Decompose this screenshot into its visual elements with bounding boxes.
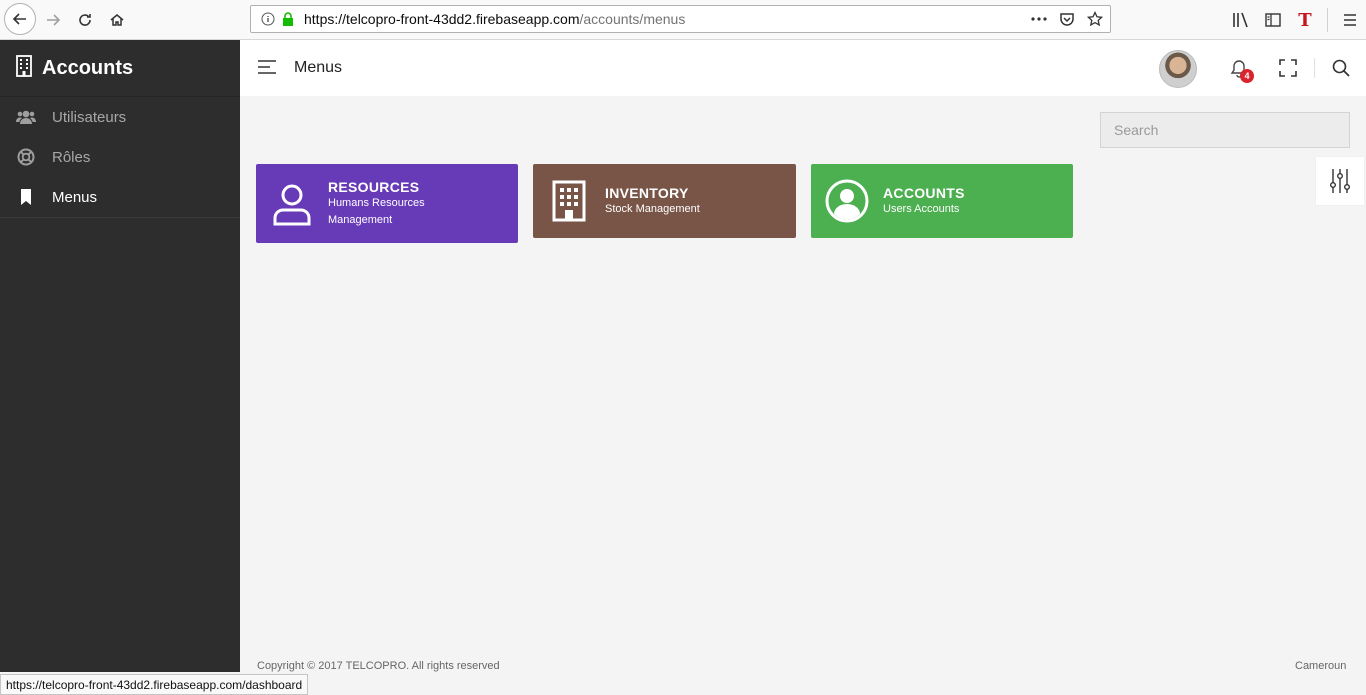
arrow-left-icon [12, 13, 26, 25]
sidebar-item-label: Rôles [52, 148, 91, 166]
card-subtitle: Humans Resources Management [328, 196, 425, 226]
lifebuoy-icon [16, 147, 36, 167]
building-icon [547, 179, 591, 223]
url-path: /accounts/menus [579, 11, 686, 27]
home-button[interactable] [102, 5, 132, 35]
card-title: ACCOUNTS [883, 184, 965, 201]
browser-toolbar: https://telcopro-front-43dd2.firebaseapp… [0, 0, 1366, 40]
sidebar-item-label: Utilisateurs [52, 108, 127, 126]
building-icon [16, 54, 32, 82]
toolbar-divider [1327, 8, 1328, 32]
top-header: Menus 4 [240, 40, 1366, 96]
card-accounts[interactable]: ACCOUNTS Users Accounts [811, 164, 1073, 238]
info-icon[interactable] [260, 11, 276, 27]
card-title: INVENTORY [605, 184, 689, 201]
address-bar[interactable]: https://telcopro-front-43dd2.firebaseapp… [250, 5, 1111, 33]
footer-region: Cameroun [1295, 660, 1347, 672]
notification-badge: 4 [1240, 69, 1254, 83]
reload-icon [79, 14, 91, 26]
sidebar-item-roles[interactable]: Rôles [0, 137, 240, 177]
card-subtitle: Users Accounts [883, 202, 960, 215]
status-link-preview: https://telcopro-front-43dd2.firebaseapp… [0, 674, 309, 695]
search-icon[interactable] [1331, 58, 1351, 78]
bookmark-icon [16, 187, 36, 207]
card-inventory[interactable]: INVENTORY Stock Management [533, 164, 796, 238]
person-outline-icon [270, 182, 314, 226]
sidebar-item-utilisateurs[interactable]: Utilisateurs [0, 97, 240, 137]
pocket-icon[interactable] [1058, 10, 1076, 28]
card-title: RESOURCES [328, 178, 420, 195]
card-subtitle: Stock Management [605, 202, 700, 215]
sidebar-toggle-icon[interactable] [1257, 8, 1289, 32]
page-title: Menus [294, 59, 343, 76]
card-resources[interactable]: RESOURCES Humans Resources Management [256, 164, 518, 243]
search-input[interactable] [1100, 112, 1350, 148]
bookmark-star-icon[interactable] [1086, 10, 1104, 28]
footer-copyright: Copyright © 2017 TELCOPRO. All rights re… [257, 660, 500, 672]
fullscreen-icon[interactable] [1278, 58, 1298, 78]
sidebar-divider [0, 217, 240, 218]
settings-panel-toggle[interactable] [1316, 157, 1364, 205]
sliders-icon [1330, 169, 1350, 193]
more-actions-icon[interactable] [1030, 10, 1048, 28]
url-host: https://telcopro-front-43dd2.firebaseapp… [304, 11, 580, 27]
back-button[interactable] [4, 3, 36, 35]
home-icon [110, 14, 124, 26]
brand-title: Accounts [42, 56, 134, 79]
library-icon[interactable] [1225, 8, 1257, 32]
sidebar-item-label: Menus [52, 188, 98, 206]
arrow-right-icon [47, 14, 61, 26]
users-icon [16, 107, 36, 127]
reload-button[interactable] [70, 5, 100, 35]
menu-icon[interactable] [1334, 8, 1366, 32]
hamburger-icon[interactable] [257, 59, 277, 75]
sidebar-brand[interactable]: Accounts [0, 40, 240, 97]
user-circle-icon [825, 179, 869, 223]
avatar[interactable] [1159, 50, 1197, 88]
lock-icon [280, 11, 296, 27]
sidebar: Accounts Utilisateurs Rôles Menus [0, 40, 240, 672]
forward-button[interactable] [38, 5, 68, 35]
header-divider [1314, 58, 1315, 78]
t-extension-icon[interactable]: T [1289, 8, 1321, 32]
sidebar-item-menus[interactable]: Menus [0, 177, 240, 217]
url-text: https://telcopro-front-43dd2.firebaseapp… [304, 11, 685, 27]
